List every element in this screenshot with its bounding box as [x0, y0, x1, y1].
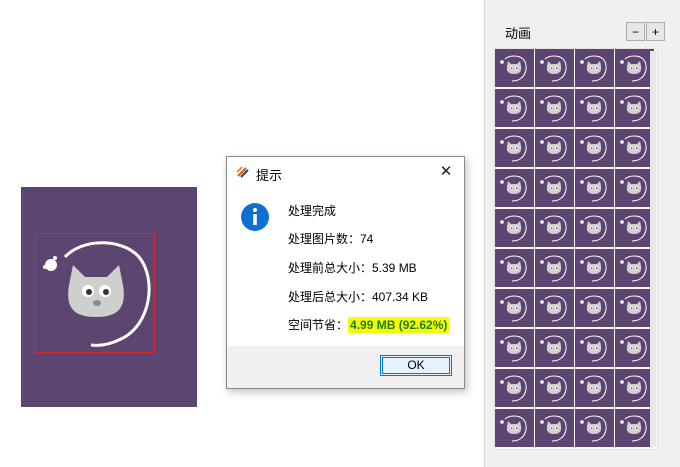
- saved-row: 空间节省： 4.99 MB (92.62%): [288, 316, 450, 333]
- frame-thumbnail[interactable]: [575, 289, 614, 327]
- ok-label: OK: [407, 358, 425, 372]
- frame-thumbnail[interactable]: [615, 169, 654, 207]
- saved-value: 4.99 MB (92.62%): [348, 317, 450, 333]
- frame-thumbnail[interactable]: [495, 329, 534, 367]
- ok-button[interactable]: OK: [380, 355, 452, 376]
- frame-thumbnail[interactable]: [495, 169, 534, 207]
- frame-thumbnail[interactable]: [575, 369, 614, 407]
- frame-thumbnail[interactable]: [575, 169, 614, 207]
- frame-thumbnail[interactable]: [495, 409, 534, 447]
- dialog-content: 处理完成 处理图片数：74 处理前总大小：5.39 MB 处理后总大小：407.…: [227, 188, 464, 346]
- frame-thumbnail[interactable]: [495, 89, 534, 127]
- frame-thumbnail[interactable]: [495, 249, 534, 287]
- frame-thumbnail[interactable]: [615, 249, 654, 287]
- frame-thumbnail[interactable]: [535, 329, 574, 367]
- frame-thumbnail[interactable]: [535, 209, 574, 247]
- frame-thumbnail[interactable]: [535, 169, 574, 207]
- frame-thumbnail[interactable]: [615, 209, 654, 247]
- info-dialog: 提示 ✕ 处理完成 处理图片数：74 处理前总大小：5.39 MB 处理后总大小…: [226, 156, 465, 389]
- size-after-text: 处理后总大小：407.34 KB: [288, 290, 429, 304]
- frames-list[interactable]: [494, 48, 658, 450]
- frame-thumbnail[interactable]: [495, 209, 534, 247]
- count-text: 处理图片数：74: [288, 232, 374, 246]
- saved-label: 空间节省：: [288, 318, 349, 332]
- image-preview: [21, 187, 197, 407]
- app-logo-icon: [236, 166, 249, 178]
- frame-thumbnail[interactable]: [615, 289, 654, 327]
- selection-box[interactable]: [35, 233, 155, 353]
- frames-scrollbar[interactable]: [650, 51, 656, 447]
- info-icon: [241, 203, 269, 231]
- frame-thumbnail[interactable]: [615, 329, 654, 367]
- zoom-in-button[interactable]: +: [646, 22, 665, 41]
- size-before-text: 处理前总大小：5.39 MB: [288, 261, 417, 275]
- frame-thumbnail[interactable]: [615, 369, 654, 407]
- dialog-titlebar[interactable]: 提示 ✕: [227, 157, 464, 188]
- panel-title: 动画: [505, 26, 532, 41]
- frame-thumbnail[interactable]: [575, 89, 614, 127]
- frame-thumbnail[interactable]: [575, 329, 614, 367]
- frame-thumbnail[interactable]: [615, 49, 654, 87]
- frame-thumbnail[interactable]: [495, 49, 534, 87]
- frame-thumbnail[interactable]: [535, 289, 574, 327]
- frame-thumbnail[interactable]: [535, 89, 574, 127]
- frame-thumbnail[interactable]: [575, 129, 614, 167]
- frame-thumbnail[interactable]: [575, 409, 614, 447]
- frame-thumbnail[interactable]: [575, 249, 614, 287]
- frame-thumbnail[interactable]: [535, 409, 574, 447]
- frame-thumbnail[interactable]: [535, 369, 574, 407]
- close-icon[interactable]: ✕: [436, 162, 456, 182]
- animation-panel: 动画 − +: [484, 0, 680, 467]
- frame-thumbnail[interactable]: [495, 129, 534, 167]
- dialog-title: 提示: [256, 168, 283, 183]
- status-text: 处理完成: [288, 204, 337, 218]
- zoom-out-button[interactable]: −: [626, 22, 645, 41]
- frame-thumbnail[interactable]: [575, 49, 614, 87]
- frame-thumbnail[interactable]: [615, 89, 654, 127]
- frame-thumbnail[interactable]: [535, 249, 574, 287]
- frame-thumbnail[interactable]: [575, 209, 614, 247]
- frame-thumbnail[interactable]: [615, 409, 654, 447]
- frame-thumbnail[interactable]: [535, 129, 574, 167]
- frame-thumbnail[interactable]: [495, 289, 534, 327]
- frame-thumbnail[interactable]: [495, 369, 534, 407]
- frames-grid: [495, 49, 654, 447]
- frame-thumbnail[interactable]: [535, 49, 574, 87]
- frame-thumbnail[interactable]: [615, 129, 654, 167]
